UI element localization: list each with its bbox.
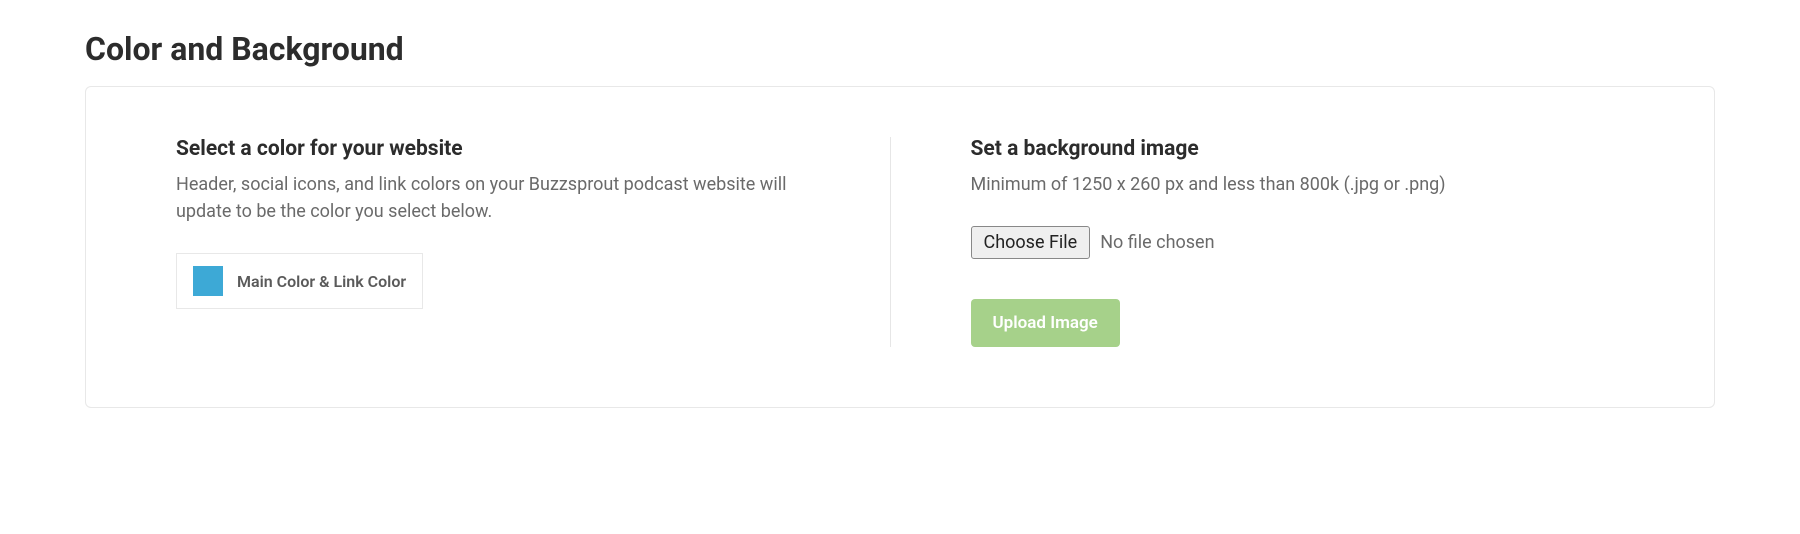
- color-swatch-icon: [193, 266, 223, 296]
- page-title: Color and Background: [85, 30, 1715, 68]
- color-column: Select a color for your website Header, …: [176, 137, 891, 347]
- choose-file-button[interactable]: Choose File: [971, 226, 1091, 259]
- file-status-text: No file chosen: [1100, 232, 1214, 253]
- background-column: Set a background image Minimum of 1250 x…: [891, 137, 1625, 347]
- color-section-heading: Select a color for your website: [176, 137, 830, 161]
- color-picker[interactable]: Main Color & Link Color: [176, 253, 423, 309]
- file-picker: Choose File No file chosen: [971, 226, 1625, 259]
- background-section-description: Minimum of 1250 x 260 px and less than 8…: [971, 171, 1625, 198]
- background-section-heading: Set a background image: [971, 137, 1625, 161]
- upload-image-button[interactable]: Upload Image: [971, 299, 1120, 347]
- color-section-description: Header, social icons, and link colors on…: [176, 171, 830, 225]
- settings-panel: Select a color for your website Header, …: [85, 86, 1715, 408]
- color-picker-label: Main Color & Link Color: [237, 272, 406, 291]
